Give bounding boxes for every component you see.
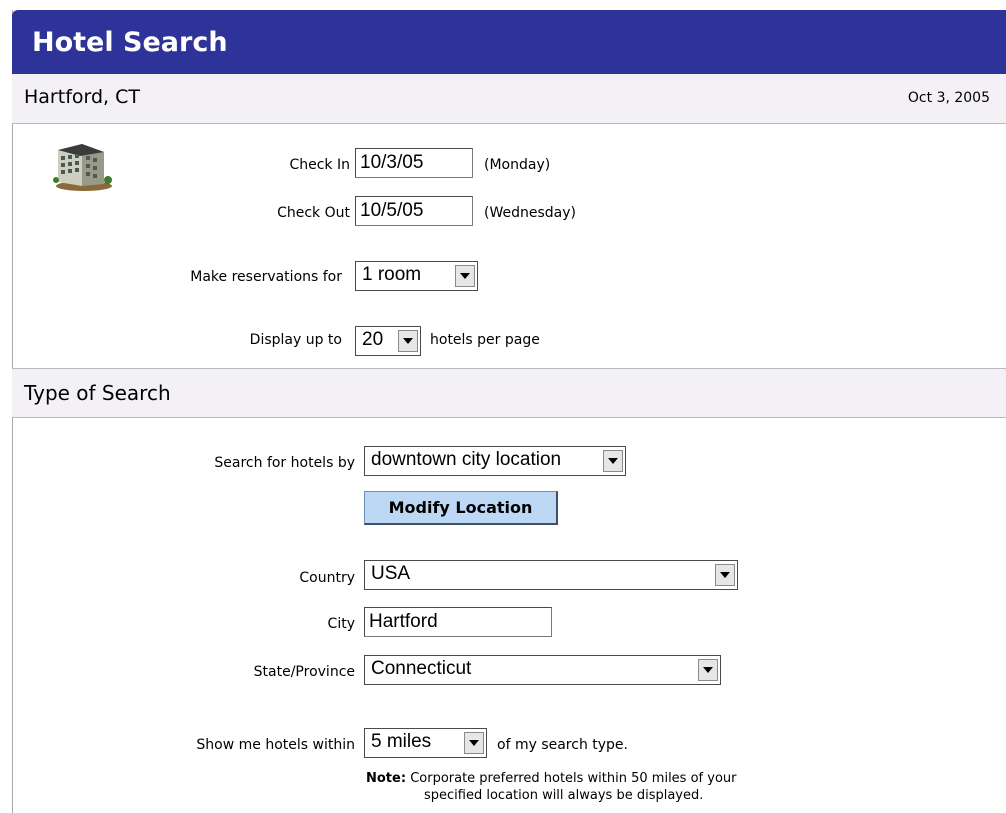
city-label: City <box>327 616 355 632</box>
country-label: Country <box>299 570 355 586</box>
chevron-down-icon[interactable] <box>603 450 623 472</box>
radius-select-value: 5 miles <box>371 731 432 752</box>
check-in-day: (Monday) <box>484 157 551 173</box>
reservations-label: Make reservations for <box>190 269 342 285</box>
search-by-label: Search for hotels by <box>214 455 355 471</box>
state-label: State/Province <box>253 664 355 680</box>
per-page-select[interactable]: 20 <box>355 326 421 356</box>
per-page-select-value: 20 <box>362 329 384 350</box>
city-name: Hartford, CT <box>24 86 140 108</box>
modify-location-button[interactable]: Modify Location <box>364 491 558 525</box>
section-title: Type of Search <box>24 381 171 405</box>
check-out-day: (Wednesday) <box>484 205 576 221</box>
check-out-label: Check Out <box>277 205 350 221</box>
radius-label: Show me hotels within <box>196 737 355 753</box>
current-date: Oct 3, 2005 <box>907 90 990 106</box>
display-label: Display up to <box>249 332 342 348</box>
hotel-building-icon <box>52 140 114 196</box>
country-select[interactable]: USA <box>364 560 738 590</box>
chevron-down-icon[interactable] <box>464 732 484 754</box>
page-title-bar: Hotel Search <box>12 10 1006 74</box>
radius-select[interactable]: 5 miles <box>364 728 487 758</box>
note-text: Note: Corporate preferred hotels within … <box>366 770 736 804</box>
chevron-down-icon[interactable] <box>398 330 418 352</box>
search-by-select[interactable]: downtown city location <box>364 446 626 476</box>
per-page-suffix: hotels per page <box>430 332 540 348</box>
type-of-search-header: Type of Search <box>12 368 1006 418</box>
chevron-down-icon[interactable] <box>455 265 475 287</box>
note-line-2: specified location will always be displa… <box>424 788 704 803</box>
state-select[interactable]: Connecticut <box>364 655 721 685</box>
chevron-down-icon[interactable] <box>715 564 735 586</box>
note-line-1: Corporate preferred hotels within 50 mil… <box>410 771 737 786</box>
rooms-select[interactable]: 1 room <box>355 261 478 291</box>
location-header: Hartford, CT Oct 3, 2005 <box>12 74 1006 124</box>
radius-suffix: of my search type. <box>497 737 628 753</box>
page-title: Hotel Search <box>32 26 228 58</box>
country-select-value: USA <box>371 563 411 584</box>
state-select-value: Connecticut <box>371 658 472 679</box>
search-by-select-value: downtown city location <box>371 449 562 470</box>
check-in-label: Check In <box>289 157 350 173</box>
chevron-down-icon[interactable] <box>698 659 718 681</box>
rooms-select-value: 1 room <box>362 264 422 285</box>
city-input[interactable]: Hartford <box>364 607 552 637</box>
check-out-input[interactable]: 10/5/05 <box>355 196 473 226</box>
note-label: Note: <box>366 771 407 786</box>
check-in-input[interactable]: 10/3/05 <box>355 148 473 178</box>
